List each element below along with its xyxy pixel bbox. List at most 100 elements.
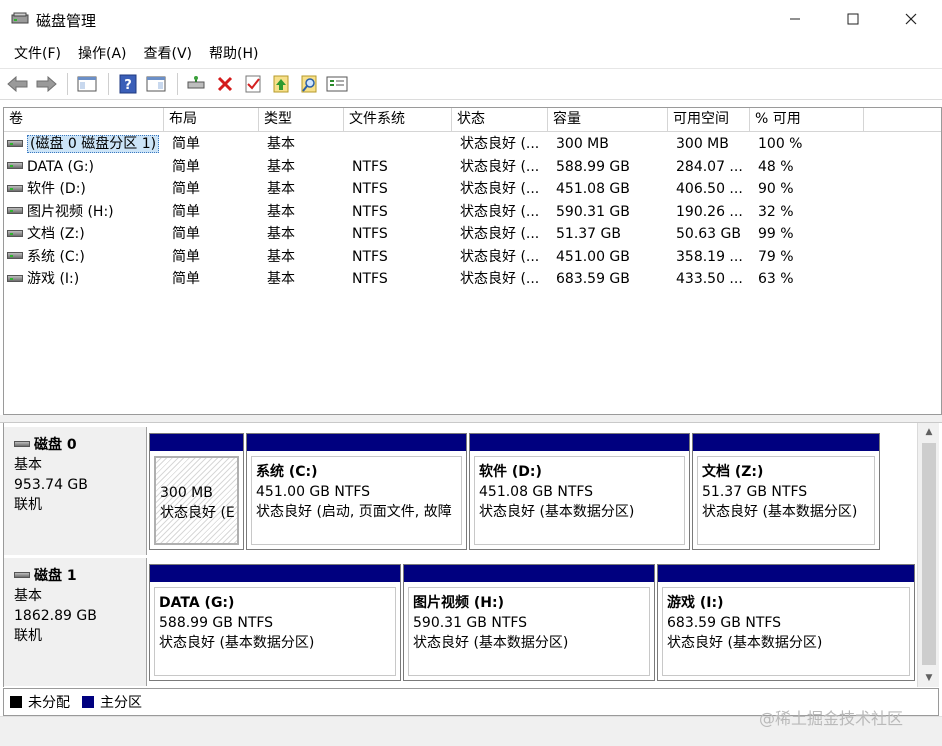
- layout-cell: 简单: [172, 136, 200, 152]
- menu-file[interactable]: 文件(F): [7, 43, 68, 63]
- free-space-cell: 433.50 ...: [676, 271, 743, 287]
- action-pane-button[interactable]: [143, 71, 169, 97]
- partition-body: 系统 (C:) 451.00 GB NTFS 状态良好 (启动, 页面文件, 故…: [251, 456, 462, 545]
- scrollbar-thumb[interactable]: [922, 443, 936, 665]
- capacity-cell: 683.59 GB: [556, 271, 630, 287]
- partition-body: 游戏 (I:) 683.59 GB NTFS 状态良好 (基本数据分区): [662, 587, 910, 676]
- minimize-button[interactable]: [766, 0, 824, 38]
- refresh-button[interactable]: [268, 71, 294, 97]
- partition-data-g[interactable]: DATA (G:) 588.99 GB NTFS 状态良好 (基本数据分区): [149, 564, 401, 681]
- partition-status: 状态良好 (E: [160, 505, 235, 521]
- refresh-icon: [273, 75, 289, 93]
- partition-docs-z[interactable]: 文档 (Z:) 51.37 GB NTFS 状态良好 (基本数据分区): [692, 433, 880, 550]
- partition-size: 588.99 GB NTFS: [159, 615, 274, 631]
- column-header-capacity[interactable]: 容量: [548, 108, 668, 132]
- help-button[interactable]: ?: [115, 71, 141, 97]
- partition-status: 状态良好 (启动, 页面文件, 故障: [256, 504, 452, 520]
- console-tree-button[interactable]: [74, 71, 100, 97]
- partition-media-h[interactable]: 图片视频 (H:) 590.31 GB NTFS 状态良好 (基本数据分区): [403, 564, 655, 681]
- export-list-button[interactable]: [324, 71, 350, 97]
- type-cell: 基本: [267, 136, 295, 152]
- capacity-cell: 451.00 GB: [556, 248, 630, 265]
- free-space-cell: 300 MB: [676, 136, 729, 152]
- type-cell: 基本: [267, 203, 295, 220]
- disk-label[interactable]: 磁盘 0 基本 953.74 GB 联机: [4, 427, 147, 555]
- status-cell: 状态良好 (...: [460, 158, 540, 175]
- volume-row[interactable]: 图片视频 (H:) 简单 基本 NTFS 状态良好 (... 590.31 GB…: [4, 201, 941, 224]
- pane-splitter[interactable]: [0, 415, 942, 423]
- disk-label[interactable]: 磁盘 1 基本 1862.89 GB 联机: [4, 558, 147, 686]
- partition-size: 51.37 GB NTFS: [702, 484, 808, 500]
- search-button[interactable]: [296, 71, 322, 97]
- partition-status: 状态良好 (基本数据分区): [159, 635, 315, 651]
- percent-free-cell: 63 %: [758, 271, 794, 287]
- menu-bar: 文件(F) 操作(A) 查看(V) 帮助(H): [0, 38, 942, 68]
- free-space-cell: 50.63 GB: [676, 226, 741, 242]
- scroll-up-button[interactable]: ▲: [918, 423, 940, 441]
- minimize-icon: [790, 18, 800, 20]
- export-list-icon: [326, 76, 348, 92]
- connect-button[interactable]: [184, 71, 210, 97]
- capacity-cell: 51.37 GB: [556, 226, 621, 242]
- column-header-volume[interactable]: 卷: [4, 108, 164, 132]
- partition-software-d[interactable]: 软件 (D:) 451.08 GB NTFS 状态良好 (基本数据分区): [469, 433, 690, 550]
- delete-button[interactable]: [212, 71, 238, 97]
- filesystem-cell: NTFS: [352, 226, 388, 242]
- disk-state: 联机: [14, 628, 42, 644]
- partition-efi[interactable]: 300 MB 状态良好 (E: [149, 433, 244, 550]
- disk-state: 联机: [14, 497, 42, 513]
- partition-bar: [693, 434, 879, 451]
- column-header-status[interactable]: 状态: [452, 108, 548, 132]
- layout-cell: 简单: [172, 226, 200, 242]
- column-header-type[interactable]: 类型: [259, 108, 344, 132]
- delete-icon: [217, 76, 233, 92]
- menu-view[interactable]: 查看(V): [137, 43, 200, 63]
- volume-row[interactable]: 系统 (C:) 简单 基本 NTFS 状态良好 (... 451.00 GB 3…: [4, 246, 941, 269]
- volume-row[interactable]: 游戏 (I:) 简单 基本 NTFS 状态良好 (... 683.59 GB 4…: [4, 268, 941, 291]
- column-header-layout[interactable]: 布局: [164, 108, 259, 132]
- partition-body: 软件 (D:) 451.08 GB NTFS 状态良好 (基本数据分区): [474, 456, 685, 545]
- volume-icon: [7, 207, 23, 214]
- percent-free-cell: 90 %: [758, 181, 794, 197]
- console-tree-icon: [77, 76, 97, 92]
- vertical-scrollbar[interactable]: ▲ ▼: [917, 423, 939, 687]
- partition-status: 状态良好 (基本数据分区): [479, 504, 635, 520]
- status-cell: 状态良好 (...: [460, 136, 540, 152]
- filesystem-cell: [347, 133, 452, 155]
- forward-button[interactable]: [33, 71, 59, 97]
- volume-row[interactable]: (磁盘 0 磁盘分区 1) 简单 基本 状态良好 (... 300 MB 300…: [4, 133, 941, 156]
- partition-games-i[interactable]: 游戏 (I:) 683.59 GB NTFS 状态良好 (基本数据分区): [657, 564, 915, 681]
- legend-swatch-unallocated: [10, 696, 22, 708]
- toolbar-separator: [108, 73, 109, 95]
- column-header-free-space[interactable]: 可用空间: [668, 108, 750, 132]
- back-button[interactable]: [5, 71, 31, 97]
- properties-button[interactable]: [240, 71, 266, 97]
- maximize-button[interactable]: [824, 0, 882, 38]
- volume-row[interactable]: DATA (G:) 简单 基本 NTFS 状态良好 (... 588.99 GB…: [4, 156, 941, 179]
- toolbar-separator: [177, 73, 178, 95]
- volume-row[interactable]: 文档 (Z:) 简单 基本 NTFS 状态良好 (... 51.37 GB 50…: [4, 223, 941, 246]
- toolbar: ?: [0, 68, 942, 100]
- close-button[interactable]: [882, 0, 940, 38]
- partition-size: 451.00 GB NTFS: [256, 484, 371, 500]
- volume-icon: [7, 139, 23, 147]
- partition-size: 683.59 GB NTFS: [667, 615, 782, 631]
- column-header-filesystem[interactable]: 文件系统: [344, 108, 452, 132]
- partition-status: 状态良好 (基本数据分区): [702, 504, 858, 520]
- watermark: @稀土掘金技术社区: [759, 709, 904, 728]
- volume-cell: 图片视频 (H:): [4, 201, 164, 223]
- menu-help[interactable]: 帮助(H): [202, 43, 265, 63]
- free-space-cell: 358.19 ...: [676, 248, 743, 265]
- partition-title: 软件 (D:): [479, 464, 542, 480]
- partition-bar: [470, 434, 689, 451]
- partition-system-c[interactable]: 系统 (C:) 451.00 GB NTFS 状态良好 (启动, 页面文件, 故…: [246, 433, 467, 550]
- status-cell: 状态良好 (...: [460, 248, 540, 265]
- volume-name: DATA (G:): [27, 158, 95, 175]
- column-header-percent-free[interactable]: % 可用: [750, 108, 864, 132]
- volume-name: 图片视频 (H:): [27, 203, 114, 220]
- scroll-down-button[interactable]: ▼: [918, 669, 940, 687]
- partition-body: 图片视频 (H:) 590.31 GB NTFS 状态良好 (基本数据分区): [408, 587, 650, 676]
- menu-action[interactable]: 操作(A): [71, 43, 134, 63]
- free-space-cell: 406.50 ...: [676, 181, 743, 197]
- volume-row[interactable]: 软件 (D:) 简单 基本 NTFS 状态良好 (... 451.08 GB 4…: [4, 178, 941, 201]
